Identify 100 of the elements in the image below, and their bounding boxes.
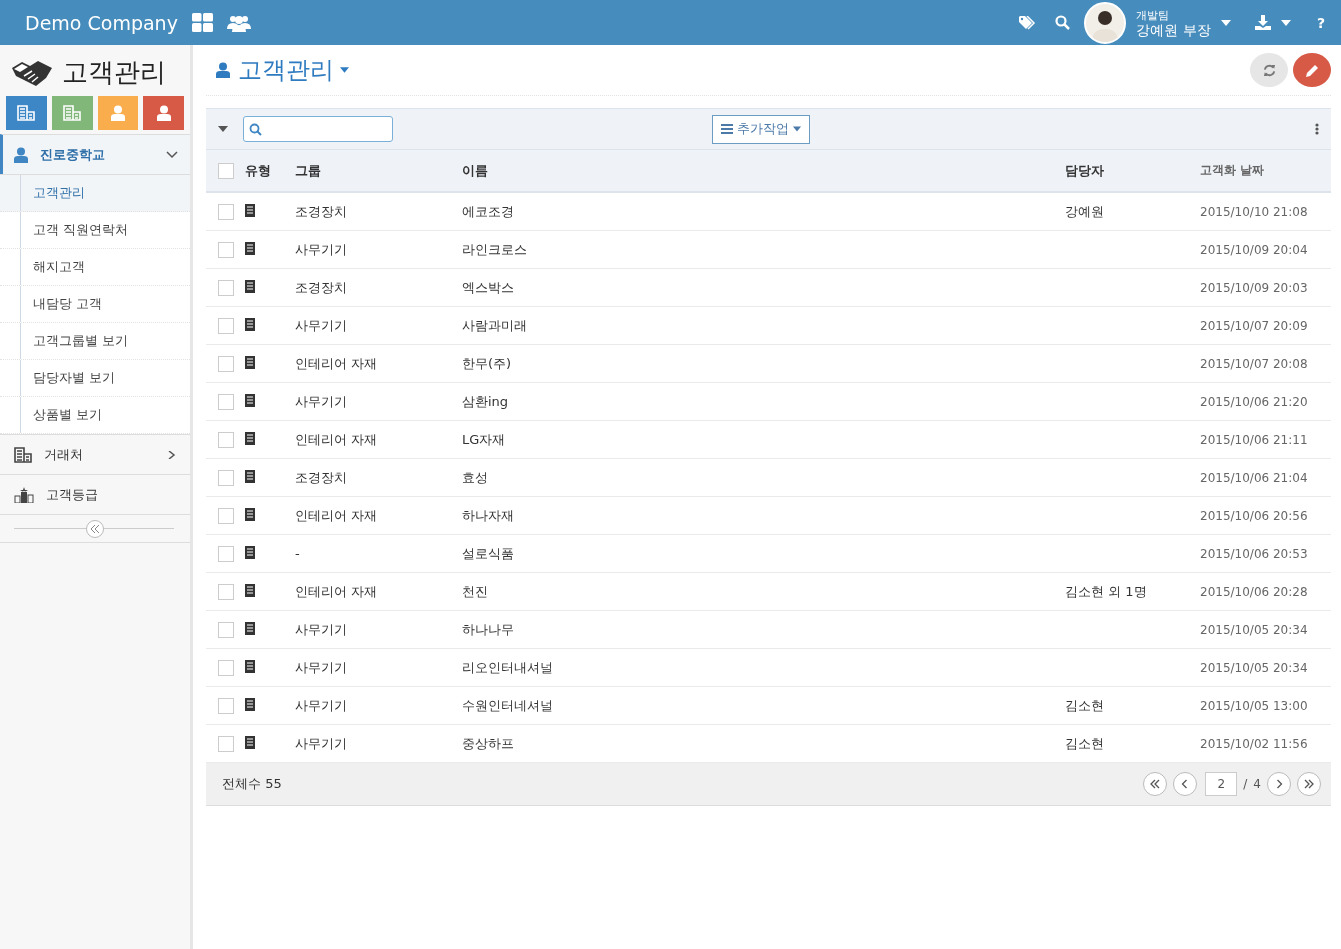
building-icon — [63, 105, 82, 121]
first-page-button[interactable] — [1143, 772, 1168, 796]
help-button[interactable]: ? — [1316, 14, 1325, 31]
next-page-button[interactable] — [1267, 772, 1291, 796]
users-icon[interactable] — [226, 13, 251, 32]
group-cell: 조경장치 — [295, 203, 347, 219]
last-page-button[interactable] — [1297, 772, 1321, 796]
column-header[interactable]: 이름 — [462, 162, 488, 178]
tags-icon[interactable] — [1019, 15, 1038, 30]
shortcut-tile[interactable] — [143, 96, 184, 130]
row-checkbox[interactable] — [218, 659, 234, 676]
group-cell: 인테리어 자재 — [295, 431, 378, 447]
collapse-button[interactable] — [86, 519, 104, 538]
more-icon[interactable] — [1315, 123, 1319, 135]
shortcut-tile[interactable] — [6, 96, 47, 130]
submenu-item[interactable]: 고객그룹별 보기 — [0, 323, 190, 360]
submenu-item[interactable]: 상품별 보기 — [0, 397, 190, 434]
row-checkbox[interactable] — [218, 735, 234, 752]
manager-cell: 김소현 외 1명 — [1065, 583, 1147, 599]
row-checkbox[interactable] — [218, 697, 234, 714]
sidebar-item[interactable]: 거래처 — [0, 434, 190, 474]
edit-button[interactable] — [1293, 53, 1331, 87]
name-cell[interactable]: 한무(주) — [462, 355, 512, 371]
row-checkbox[interactable] — [218, 545, 234, 562]
actions-dropdown[interactable]: 추가작업 — [712, 114, 810, 144]
submenu-item[interactable]: 담당자별 보기 — [0, 360, 190, 397]
user-name[interactable]: 강예원 부장 — [1136, 22, 1211, 38]
name-cell[interactable]: 효성 — [462, 469, 488, 485]
person-icon — [216, 62, 230, 78]
building-icon — [245, 317, 255, 331]
date-cell: 2015/10/05 20:34 — [1200, 622, 1308, 637]
column-header[interactable]: 그룹 — [295, 162, 321, 178]
previous-page-button[interactable] — [1173, 772, 1198, 796]
group-cell: 인테리어 자재 — [295, 507, 378, 523]
group-cell: - — [295, 546, 300, 561]
name-cell[interactable]: 에코조경 — [462, 203, 514, 219]
page-title[interactable]: 고객관리 — [238, 54, 334, 86]
shortcut-tile[interactable] — [97, 96, 139, 130]
row-checkbox[interactable] — [218, 507, 234, 524]
chevron-icon — [1304, 779, 1314, 789]
caret-icon — [340, 67, 349, 73]
row-checkbox[interactable] — [218, 431, 234, 448]
submenu-item[interactable]: 고객관리 — [0, 175, 190, 212]
building-icon — [245, 279, 255, 293]
avatar[interactable] — [1084, 1, 1127, 44]
refresh-button[interactable] — [1250, 53, 1288, 87]
row-checkbox[interactable] — [218, 203, 234, 220]
row-checkbox[interactable] — [218, 355, 234, 372]
name-cell[interactable]: LG자재 — [462, 431, 506, 447]
search-icon — [249, 122, 262, 136]
name-cell[interactable]: 중상하프 — [462, 735, 514, 751]
column-header[interactable]: 담당자 — [1065, 162, 1104, 178]
brand-name: Demo Company — [25, 11, 178, 34]
manager-cell: 김소현 — [1065, 735, 1104, 751]
submenu-item[interactable]: 내담당 고객 — [0, 286, 190, 323]
building-icon — [245, 697, 255, 711]
name-cell[interactable]: 리오인터내셔널 — [462, 659, 553, 675]
chevron-icon — [1274, 779, 1284, 789]
date-cell: 2015/10/09 20:04 — [1200, 242, 1308, 257]
submenu-item[interactable]: 해지고객 — [0, 249, 190, 286]
row-checkbox[interactable] — [218, 583, 234, 600]
row-checkbox[interactable] — [218, 279, 234, 296]
building-icon — [245, 507, 255, 521]
name-cell[interactable]: 엑스박스 — [462, 279, 514, 295]
building-icon — [245, 241, 255, 255]
sidebar-item[interactable]: 진로중학교 — [0, 134, 190, 174]
page-input[interactable]: 2 — [1205, 772, 1238, 796]
date-cell: 2015/10/06 20:28 — [1200, 584, 1308, 599]
shortcut-tile[interactable] — [51, 96, 93, 130]
column-header[interactable]: 유형 — [245, 162, 271, 178]
name-cell[interactable]: 사람과미래 — [462, 317, 527, 333]
download-icon[interactable] — [1254, 15, 1271, 30]
building-icon — [245, 621, 255, 635]
name-cell[interactable]: 천진 — [462, 583, 488, 599]
group-cell: 사무기기 — [295, 621, 347, 637]
name-cell[interactable]: 삼환ing — [462, 393, 509, 409]
select-all-checkbox[interactable] — [218, 162, 234, 179]
submenu-item[interactable]: 고객 직원연락처 — [0, 212, 190, 249]
search-field[interactable] — [243, 116, 393, 142]
person-icon — [110, 105, 125, 121]
page-count: 4 — [1253, 777, 1261, 791]
caret-icon — [793, 126, 801, 132]
person-icon — [14, 146, 28, 163]
row-checkbox[interactable] — [218, 241, 234, 258]
row-checkbox[interactable] — [218, 621, 234, 638]
group-cell: 사무기기 — [295, 659, 347, 675]
date-cell: 2015/10/07 20:09 — [1200, 318, 1308, 333]
row-checkbox[interactable] — [218, 393, 234, 410]
name-cell[interactable]: 수원인터네셔널 — [462, 697, 553, 713]
name-cell[interactable]: 하나자재 — [462, 507, 514, 523]
row-checkbox[interactable] — [218, 469, 234, 486]
group-cell: 조경장치 — [295, 279, 347, 295]
column-header[interactable]: 고객화 날짜 — [1200, 163, 1265, 177]
name-cell[interactable]: 하나나무 — [462, 621, 514, 637]
chevron-icon — [1150, 779, 1161, 789]
name-cell[interactable]: 라인크로스 — [462, 241, 527, 257]
row-checkbox[interactable] — [218, 317, 234, 334]
search-icon[interactable] — [1055, 15, 1071, 30]
grid-icon[interactable] — [191, 13, 213, 32]
name-cell[interactable]: 설로식품 — [462, 545, 514, 561]
